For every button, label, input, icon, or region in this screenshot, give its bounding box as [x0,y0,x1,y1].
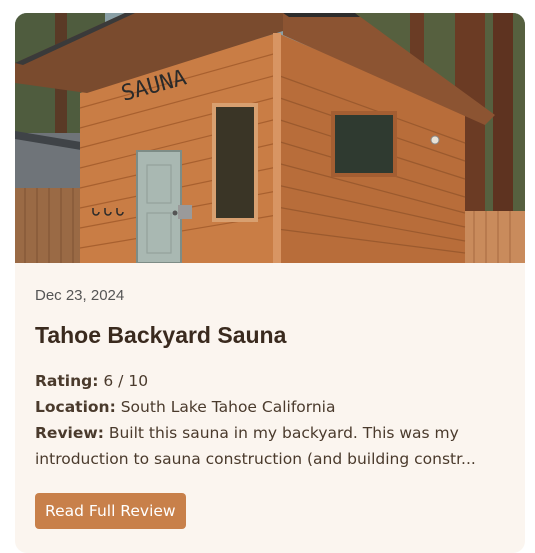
sauna-image: SAUNA [15,13,525,263]
read-full-review-button[interactable]: Read Full Review [35,493,186,529]
review-label: Review: [35,424,104,442]
location-row: Location: South Lake Tahoe California [35,394,505,420]
rating-row: Rating: 6 / 10 [35,368,505,394]
card-content: Dec 23, 2024 Tahoe Backyard Sauna Rating… [15,287,525,529]
post-title: Tahoe Backyard Sauna [35,322,287,348]
post-date: Dec 23, 2024 [35,287,125,304]
location-label: Location: [35,398,116,416]
sauna-photo[interactable]: SAUNA [15,13,525,263]
review-text-1: Built this sauna in my backyard. This wa… [108,424,459,442]
review-text-2: introduction to sauna construction (and … [35,450,476,468]
rating-label: Rating: [35,372,99,390]
review-row: Review: Built this sauna in my backyard.… [35,420,495,472]
location-value: South Lake Tahoe California [120,398,336,416]
review-line-1: Review: Built this sauna in my backyard.… [35,420,495,446]
rating-value: 6 / 10 [103,372,149,390]
review-card: SAUNA Dec 23, 2024 Tahoe Backyard Sauna … [15,13,525,553]
